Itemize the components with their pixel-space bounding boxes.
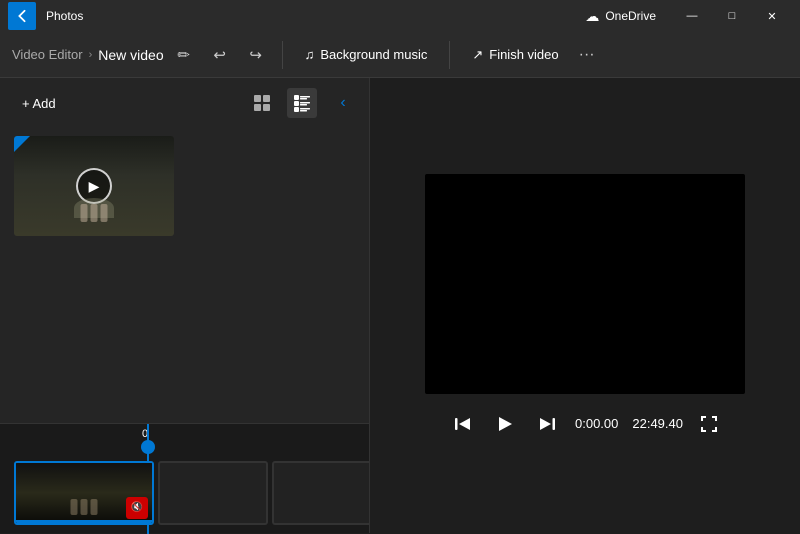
finish-video-button[interactable]: ↗ Finish video bbox=[460, 41, 570, 69]
title-bar: Photos ☁ OneDrive — □ ✕ bbox=[0, 0, 800, 32]
timeline-clips: 🔇 bbox=[0, 452, 369, 533]
total-time: 22:49.40 bbox=[632, 416, 683, 431]
breadcrumb-parent[interactable]: Video Editor bbox=[12, 47, 83, 62]
music-note-icon: ♫ bbox=[305, 47, 315, 62]
timeline-clip-main[interactable]: 🔇 bbox=[14, 461, 154, 525]
clip-mute-button[interactable]: 🔇 bbox=[126, 497, 148, 519]
media-item[interactable]: ▶ bbox=[14, 136, 174, 236]
play-button[interactable] bbox=[491, 410, 519, 438]
onedrive-label: OneDrive bbox=[605, 9, 656, 23]
undo-icon: ↩ bbox=[213, 46, 226, 64]
grid-icon bbox=[253, 94, 271, 112]
collapse-icon: ‹ bbox=[340, 94, 345, 112]
right-panel: 0:00.00 22:49.40 bbox=[370, 78, 800, 533]
skip-forward-icon bbox=[537, 414, 557, 434]
clip-scene-3 bbox=[274, 463, 369, 523]
fullscreen-icon bbox=[700, 415, 718, 433]
close-button[interactable]: ✕ bbox=[752, 0, 792, 32]
background-music-label: Background music bbox=[320, 47, 427, 62]
toolbar-divider2 bbox=[449, 41, 450, 69]
playback-controls: 0:00.00 22:49.40 bbox=[449, 410, 721, 438]
play-icon bbox=[495, 414, 515, 434]
left-panel: + Add ‹ bbox=[0, 78, 370, 533]
export-icon: ↗ bbox=[472, 47, 483, 63]
timeline-scrubber: 0 bbox=[0, 424, 369, 452]
toolbar: Video Editor › New video ✏ ↩ ↪ ♫ Backgro… bbox=[0, 32, 800, 78]
finish-video-label: Finish video bbox=[489, 47, 558, 62]
current-time: 0:00.00 bbox=[575, 416, 618, 431]
toolbar-divider bbox=[282, 41, 283, 69]
view-grid-button[interactable] bbox=[247, 88, 277, 118]
onedrive-icon: ☁ bbox=[585, 8, 599, 25]
media-thumbnail: ▶ bbox=[14, 136, 174, 236]
breadcrumb-current: New video bbox=[98, 47, 163, 63]
background-music-button[interactable]: ♫ Background music bbox=[293, 41, 440, 68]
timeline-clip-3[interactable] bbox=[272, 461, 369, 525]
selected-flag bbox=[14, 136, 30, 152]
timeline-area: 0 bbox=[0, 423, 369, 533]
edit-button[interactable]: ✏ bbox=[168, 39, 200, 71]
onedrive-indicator: ☁ OneDrive bbox=[585, 8, 656, 25]
clip-scene-2 bbox=[160, 463, 266, 523]
breadcrumb: Video Editor › New video bbox=[12, 47, 164, 63]
clip-scene-main: 🔇 bbox=[16, 463, 152, 523]
window-controls: — □ ✕ bbox=[672, 0, 792, 32]
mute-icon: 🔇 bbox=[131, 502, 143, 513]
back-icon bbox=[15, 9, 29, 23]
more-options-button[interactable]: ··· bbox=[571, 39, 603, 71]
edit-icon: ✏ bbox=[177, 46, 190, 64]
skip-back-icon bbox=[453, 414, 473, 434]
minimize-button[interactable]: — bbox=[672, 0, 712, 32]
add-media-button[interactable]: + Add bbox=[14, 92, 64, 115]
video-preview bbox=[425, 174, 745, 394]
view-list-button[interactable] bbox=[287, 88, 317, 118]
maximize-button[interactable]: □ bbox=[712, 0, 752, 32]
undo-button[interactable]: ↩ bbox=[204, 39, 236, 71]
redo-button[interactable]: ↪ bbox=[240, 39, 272, 71]
skip-back-button[interactable] bbox=[449, 410, 477, 438]
fullscreen-button[interactable] bbox=[697, 412, 721, 436]
media-grid: ▶ bbox=[0, 128, 369, 423]
main-content: + Add ‹ bbox=[0, 78, 800, 533]
back-button[interactable] bbox=[8, 2, 36, 30]
breadcrumb-separator: › bbox=[89, 49, 93, 61]
media-bar: + Add ‹ bbox=[0, 78, 369, 128]
collapse-panel-button[interactable]: ‹ bbox=[331, 91, 355, 115]
clip-progress-bar bbox=[16, 520, 152, 523]
redo-icon: ↪ bbox=[249, 46, 262, 64]
timeline-clip-2[interactable] bbox=[158, 461, 268, 525]
app-title: Photos bbox=[46, 9, 83, 23]
list-icon bbox=[293, 94, 311, 112]
skip-forward-button[interactable] bbox=[533, 410, 561, 438]
